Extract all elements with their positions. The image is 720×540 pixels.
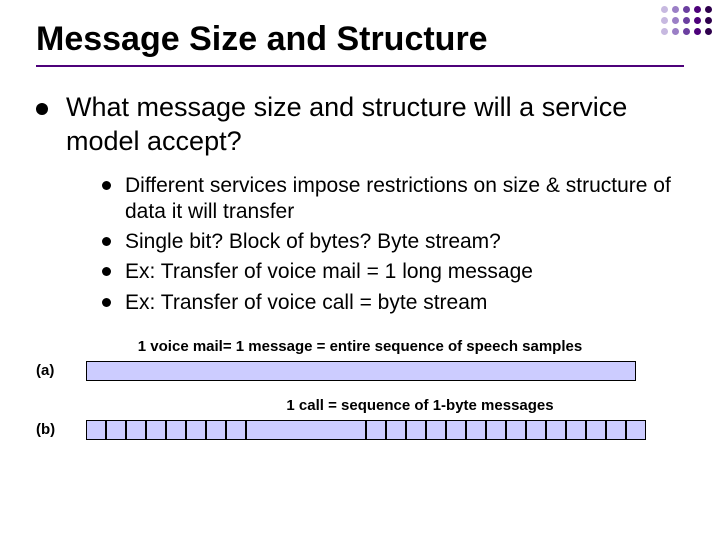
- bullet-level2-text: Ex: Transfer of voice mail = 1 long mess…: [125, 259, 533, 285]
- diagram-segment: [466, 420, 486, 440]
- diagram-area: 1 voice mail= 1 message = entire sequenc…: [36, 338, 684, 440]
- diagram-segment: [486, 420, 506, 440]
- diagram-segment: [86, 420, 106, 440]
- slide-title: Message Size and Structure: [36, 20, 684, 67]
- diagram-bar-single: [86, 361, 636, 381]
- diagram-segment: [546, 420, 566, 440]
- diagram-segment: [166, 420, 186, 440]
- diagram-row-a: (a): [36, 361, 684, 381]
- diagram-segment: [606, 420, 626, 440]
- diagram-segment: [566, 420, 586, 440]
- diagram-segment: [106, 420, 126, 440]
- bullet-level2: Ex: Transfer of voice mail = 1 long mess…: [102, 259, 684, 285]
- diagram-caption-b: 1 call = sequence of 1-byte messages: [36, 397, 684, 414]
- bullet-icon: [102, 237, 111, 246]
- diagram-segment: [406, 420, 426, 440]
- diagram-segment: [146, 420, 166, 440]
- diagram-row-b: (b): [36, 420, 684, 440]
- diagram-segment: [526, 420, 546, 440]
- bullet-level2-group: Different services impose restrictions o…: [102, 173, 684, 316]
- diagram-segment: [586, 420, 606, 440]
- diagram-segment: [426, 420, 446, 440]
- diagram-segment: [446, 420, 466, 440]
- bullet-level2: Ex: Transfer of voice call = byte stream: [102, 290, 684, 316]
- bullet-level2: Single bit? Block of bytes? Byte stream?: [102, 229, 684, 255]
- bullet-icon: [102, 267, 111, 276]
- bullet-level2-text: Ex: Transfer of voice call = byte stream: [125, 290, 487, 316]
- bullet-level2-text: Single bit? Block of bytes? Byte stream?: [125, 229, 501, 255]
- diagram-bar-segmented: [86, 420, 646, 440]
- bullet-level1: What message size and structure will a s…: [36, 91, 684, 159]
- bullet-level2-text: Different services impose restrictions o…: [125, 173, 684, 226]
- bullet-level2: Different services impose restrictions o…: [102, 173, 684, 226]
- diagram-segment: [366, 420, 386, 440]
- diagram-segment: [506, 420, 526, 440]
- diagram-segment: [126, 420, 146, 440]
- bullet-icon: [102, 181, 111, 190]
- diagram-label-b: (b): [36, 421, 86, 438]
- diagram-segment: [186, 420, 206, 440]
- decorative-corner-dots: [661, 6, 712, 35]
- bullet-level1-text: What message size and structure will a s…: [66, 91, 684, 159]
- diagram-segment: [206, 420, 226, 440]
- diagram-label-a: (a): [36, 362, 86, 379]
- bullet-icon: [102, 298, 111, 307]
- diagram-segment: [246, 420, 366, 440]
- diagram-segment: [626, 420, 646, 440]
- bullet-icon: [36, 103, 48, 115]
- diagram-segment: [226, 420, 246, 440]
- diagram-caption-a: 1 voice mail= 1 message = entire sequenc…: [36, 338, 684, 355]
- diagram-segment: [386, 420, 406, 440]
